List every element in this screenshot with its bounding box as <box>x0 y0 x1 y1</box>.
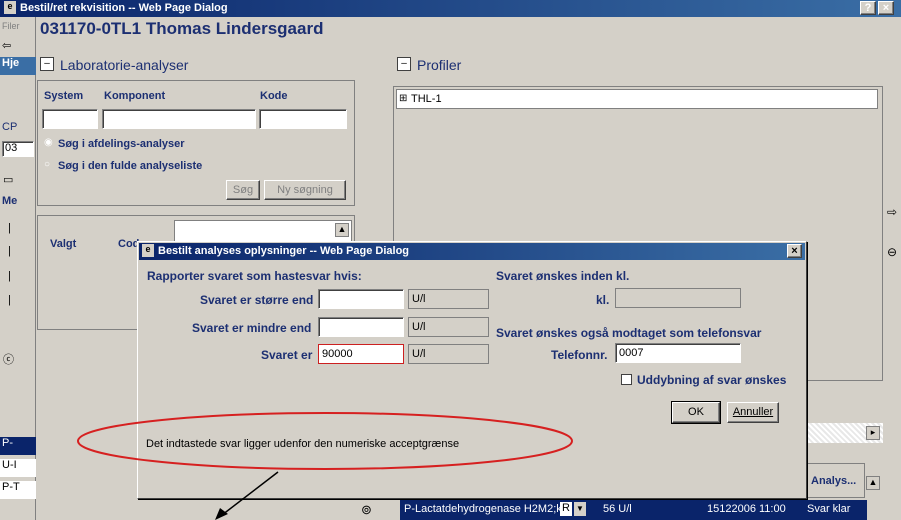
annotation-ellipse <box>77 412 573 470</box>
annotation-arrow-line <box>221 471 279 516</box>
annotation-overlay <box>77 412 573 520</box>
annotation-arrow-head <box>215 508 228 520</box>
